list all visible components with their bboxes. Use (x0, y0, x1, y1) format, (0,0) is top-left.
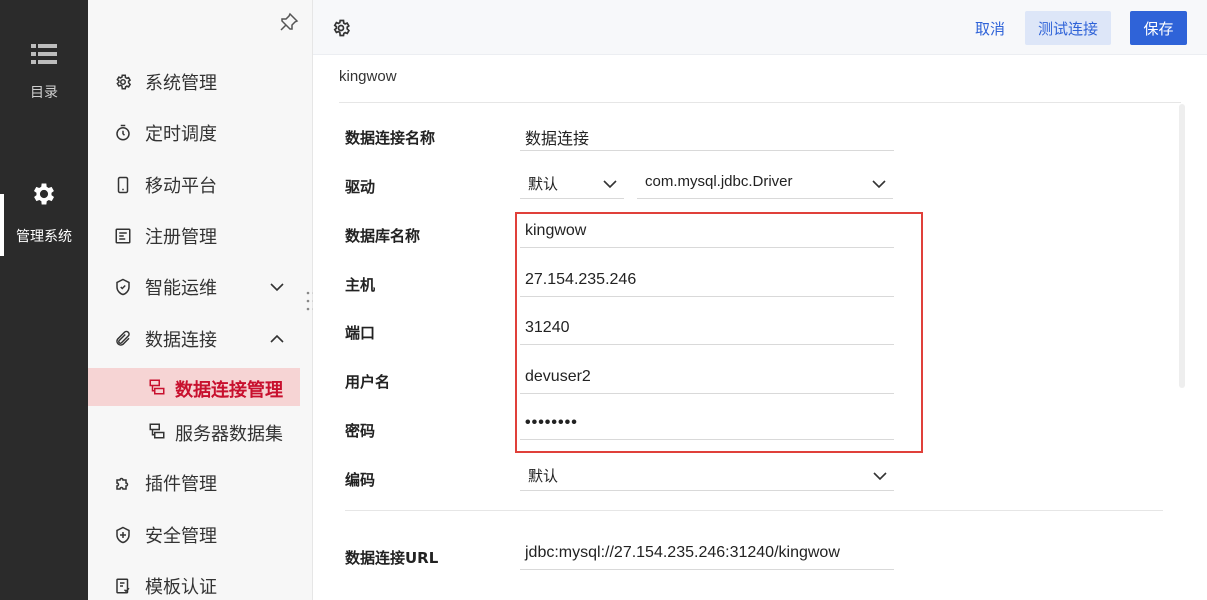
chevron-up-icon[interactable] (268, 330, 286, 348)
conn-name-value: 数据连接 (525, 131, 590, 148)
pin-icon[interactable] (279, 12, 299, 32)
sidebar-subitem-label: 数据连接管理 (175, 380, 283, 401)
app-rail: 目录 管理系统 (0, 0, 88, 600)
connection-form: kingwow 数据连接名称 数据连接 驱动 默认 com.mysql.jdbc… (313, 56, 1207, 600)
chevron-down-icon[interactable] (268, 278, 286, 296)
save-button[interactable]: 保存 (1130, 11, 1187, 45)
database-icon (148, 422, 166, 440)
database-icon (148, 378, 166, 396)
rail-label-catalog: 目录 (30, 85, 58, 101)
rail-item-admin[interactable]: 管理系统 (0, 180, 88, 256)
sidebar-subitem-server-dataset[interactable]: 服务器数据集 (88, 412, 300, 450)
url-label: 数据连接URL (345, 549, 439, 567)
gear-icon (0, 180, 88, 212)
driver-mode-select[interactable]: 默认 (520, 169, 624, 199)
sidebar-item-plugins[interactable]: 插件管理 (88, 463, 312, 503)
conn-name-input[interactable]: 数据连接 (520, 121, 894, 151)
sidebar-item-label: 注册管理 (145, 227, 217, 248)
rail-item-catalog[interactable]: 目录 (0, 42, 88, 102)
db-name-label: 数据库名称 (345, 227, 421, 245)
breadcrumb: kingwow (339, 68, 397, 85)
conn-name-label: 数据连接名称 (345, 129, 436, 147)
gear-outline-icon (114, 73, 132, 91)
sidebar-item-security[interactable]: 安全管理 (88, 515, 312, 555)
driver-class-select[interactable]: com.mysql.jdbc.Driver (637, 169, 893, 199)
sidebar-menu: 系统管理 定时调度 移动平台 注册管理 智能运维 数据连接 数据连接管理 服务器… (88, 0, 313, 600)
sidebar-item-register[interactable]: 注册管理 (88, 216, 312, 256)
test-connection-button[interactable]: 测试连接 (1025, 11, 1111, 45)
sidebar-subitem-label: 服务器数据集 (175, 424, 283, 445)
sidebar-item-label: 模板认证 (145, 577, 217, 598)
settings-icon[interactable] (331, 18, 351, 38)
rail-label-admin: 管理系统 (16, 229, 72, 245)
shield-icon (114, 526, 132, 544)
chevron-down-icon (872, 468, 888, 484)
puzzle-icon (114, 474, 132, 492)
encoding-select[interactable]: 默认 (520, 461, 894, 491)
sidebar-item-label: 系统管理 (145, 73, 217, 94)
sidebar-item-template[interactable]: 模板认证 (88, 566, 312, 600)
chevron-down-icon (602, 176, 618, 192)
sidebar-item-system[interactable]: 系统管理 (88, 62, 312, 102)
sidebar-item-label: 安全管理 (145, 526, 217, 547)
template-icon (114, 577, 132, 595)
phone-icon (114, 176, 132, 194)
register-icon (114, 227, 132, 245)
sidebar-item-label: 智能运维 (145, 278, 217, 299)
sidebar-item-label: 移动平台 (145, 176, 217, 197)
host-label: 主机 (345, 276, 376, 294)
encoding-label: 编码 (345, 471, 376, 489)
ops-icon (114, 278, 132, 296)
user-label: 用户名 (345, 373, 391, 391)
divider (339, 102, 1181, 103)
sidebar-item-mobile[interactable]: 移动平台 (88, 165, 312, 205)
url-input[interactable]: jdbc:mysql://27.154.235.246:31240/kingwo… (520, 540, 894, 570)
sidebar-item-label: 数据连接 (145, 330, 217, 351)
content-header: 取消 测试连接 保存 (313, 0, 1207, 55)
sidebar-item-schedule[interactable]: 定时调度 (88, 113, 312, 153)
sidebar-subitem-connection-manage[interactable]: 数据连接管理 (88, 368, 300, 406)
sidebar-item-ops[interactable]: 智能运维 (88, 267, 312, 307)
list-icon (0, 42, 88, 70)
url-value: jdbc:mysql://27.154.235.246:31240/kingwo… (525, 544, 840, 561)
chevron-down-icon (871, 176, 887, 192)
sidebar-item-label: 插件管理 (145, 474, 217, 495)
port-label: 端口 (345, 324, 376, 342)
highlight-box (515, 212, 923, 453)
driver-mode-value: 默认 (528, 176, 559, 193)
divider (345, 510, 1163, 511)
timer-icon (114, 124, 132, 142)
encoding-value: 默认 (528, 468, 559, 485)
cancel-button[interactable]: 取消 (965, 11, 1015, 45)
paperclip-icon (114, 330, 132, 348)
sidebar-item-label: 定时调度 (145, 124, 217, 145)
driver-class-value: com.mysql.jdbc.Driver (645, 173, 793, 190)
password-label: 密码 (345, 422, 376, 440)
driver-label: 驱动 (345, 178, 376, 196)
sidebar-item-data-connection[interactable]: 数据连接 (88, 319, 312, 359)
scrollbar[interactable] (1179, 104, 1185, 388)
